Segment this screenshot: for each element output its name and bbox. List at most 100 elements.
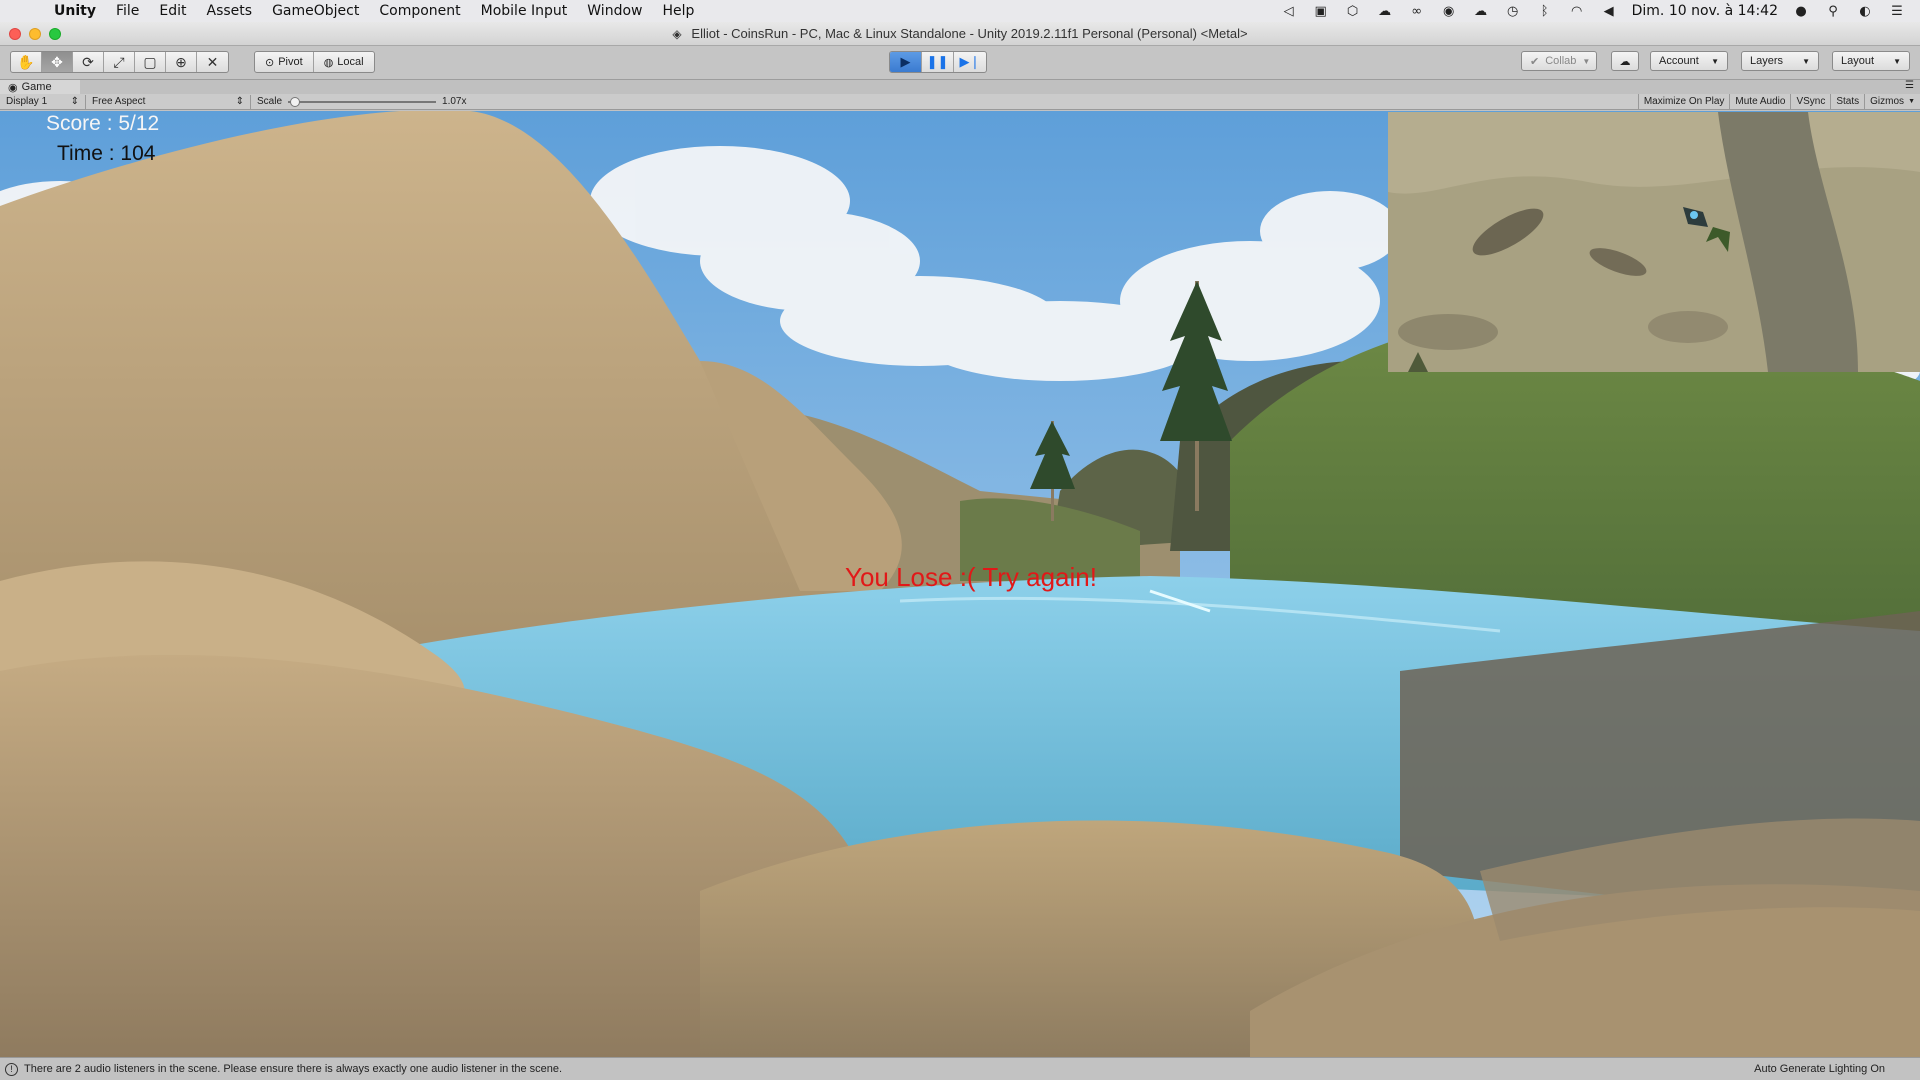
chevron-down-icon: ▼	[1893, 56, 1901, 66]
lose-message: You Lose :( Try again!	[845, 562, 1097, 592]
updown-icon: ⇕	[235, 96, 244, 107]
cube-icon[interactable]: ⬡	[1344, 3, 1362, 19]
step-icon: ▶❘	[959, 54, 981, 69]
close-window-button[interactable]	[9, 28, 21, 40]
local-icon: ◍	[323, 56, 334, 69]
send-icon[interactable]: ◁	[1280, 3, 1298, 19]
time-machine-icon[interactable]: ◷	[1504, 3, 1522, 19]
custom-tool-icon[interactable]: ✕	[197, 52, 228, 72]
unity-document-icon: ◈	[672, 26, 682, 41]
scale-value: 1.07x	[442, 96, 467, 107]
console-status-bar[interactable]: ! There are 2 audio listeners in the sce…	[0, 1057, 1920, 1080]
window-title: Elliot - CoinsRun - PC, Mac & Linux Stan…	[691, 26, 1248, 41]
tab-game[interactable]: ◉ Game	[0, 80, 80, 94]
display-select[interactable]: Display 1 ⇕	[0, 94, 86, 109]
minimap-view	[1388, 112, 1920, 372]
pause-button[interactable]: ❚❚	[922, 52, 954, 72]
hand-tool-icon[interactable]: ✋	[11, 52, 42, 72]
scale-tool-icon[interactable]: ⤢	[104, 52, 135, 72]
aspect-select[interactable]: Free Aspect ⇕	[86, 94, 251, 109]
cloud-sync-icon[interactable]: ☁	[1472, 3, 1490, 19]
collab-button[interactable]: ✔ Collab ▼	[1521, 51, 1597, 71]
menu-gameobject[interactable]: GameObject	[272, 3, 359, 19]
lighting-status[interactable]: Auto Generate Lighting On	[1754, 1063, 1885, 1075]
tab-menu-icon[interactable]: ☰	[1905, 80, 1914, 91]
chevron-down-icon: ▼	[1711, 56, 1719, 66]
layout-label: Layout	[1841, 55, 1875, 67]
step-button[interactable]: ▶❘	[954, 52, 986, 72]
window-controls	[9, 28, 61, 40]
glasses-icon[interactable]: ∞	[1408, 3, 1426, 19]
transform-tools: ✋ ✥ ⟳ ⤢ ▢ ⊕ ✕	[10, 51, 229, 73]
transform-tool-icon[interactable]: ⊕	[166, 52, 197, 72]
rotate-tool-icon[interactable]: ⟳	[73, 52, 104, 72]
hud-time: Time : 104	[57, 142, 156, 165]
game-view-controls: Display 1 ⇕ Free Aspect ⇕ Scale 1.07x Ma…	[0, 94, 1920, 110]
vsync-toggle[interactable]: VSync	[1790, 94, 1830, 109]
local-button[interactable]: ◍ Local	[314, 52, 374, 72]
cloud-icon[interactable]: ☁	[1376, 3, 1394, 19]
layers-dropdown[interactable]: Layers ▼	[1741, 51, 1819, 71]
menu-component[interactable]: Component	[379, 3, 460, 19]
maximize-on-play-toggle[interactable]: Maximize On Play	[1637, 94, 1730, 109]
scale-control: Scale 1.07x	[251, 96, 466, 107]
play-icon: ▶	[900, 54, 911, 69]
playback-controls: ▶ ❚❚ ▶❘	[889, 51, 987, 73]
zoom-window-button[interactable]	[49, 28, 61, 40]
check-icon: ✔	[1530, 55, 1540, 68]
scale-slider[interactable]	[288, 96, 437, 107]
minimap-image	[1388, 112, 1920, 372]
wifi-icon[interactable]: ◠	[1568, 3, 1586, 19]
siri-icon[interactable]: ◐	[1856, 3, 1874, 19]
scale-label: Scale	[257, 96, 283, 107]
cloud-services-button[interactable]: ☁	[1611, 51, 1639, 71]
gizmos-toggle[interactable]: Gizmos ▼	[1864, 94, 1920, 109]
game-tab-bar: ◉ Game ☰	[0, 80, 1920, 94]
stats-toggle[interactable]: Stats	[1830, 94, 1864, 109]
app-s-icon[interactable]: ▣	[1312, 3, 1330, 19]
minimize-window-button[interactable]	[29, 28, 41, 40]
disc-icon[interactable]: ◉	[1440, 3, 1458, 19]
chevron-down-icon: ▼	[1802, 56, 1810, 66]
menu-assets[interactable]: Assets	[207, 3, 253, 19]
window-title-bar: ◈ Elliot - CoinsRun - PC, Mac & Linux St…	[0, 22, 1920, 46]
menu-window[interactable]: Window	[587, 3, 642, 19]
macos-menu-bar: Unity File Edit Assets GameObject Compon…	[0, 0, 1920, 22]
menu-file[interactable]: File	[116, 3, 139, 19]
scale-slider-knob[interactable]	[290, 96, 301, 107]
pivot-icon: ⊙	[265, 56, 275, 69]
updown-icon: ⇕	[70, 96, 79, 107]
volume-icon[interactable]: ◀	[1600, 3, 1618, 19]
mute-audio-toggle[interactable]: Mute Audio	[1729, 94, 1790, 109]
bluetooth-icon[interactable]: ᛒ	[1536, 3, 1554, 19]
game-view-toggles: Maximize On Play Mute Audio VSync Stats …	[1637, 94, 1920, 109]
menu-help[interactable]: Help	[662, 3, 694, 19]
menu-mobile-input[interactable]: Mobile Input	[481, 3, 568, 19]
account-dropdown[interactable]: Account ▼	[1650, 51, 1728, 71]
gizmos-label: Gizmos	[1870, 96, 1905, 107]
user-icon[interactable]: ●	[1792, 3, 1810, 19]
spotlight-search-icon[interactable]: ⚲	[1824, 3, 1842, 19]
status-message[interactable]: There are 2 audio listeners in the scene…	[24, 1063, 562, 1075]
chevron-down-icon: ▼	[1908, 98, 1915, 105]
menu-app-unity[interactable]: Unity	[54, 3, 96, 19]
menubar-clock[interactable]: Dim. 10 nov. à 14:42	[1632, 3, 1778, 19]
pivot-label: Pivot	[278, 56, 303, 68]
menu-edit[interactable]: Edit	[159, 3, 186, 19]
play-button[interactable]: ▶	[890, 52, 922, 72]
tab-game-label: Game	[21, 81, 52, 93]
info-icon: !	[5, 1062, 18, 1076]
aspect-label: Free Aspect	[92, 96, 146, 107]
gamepad-icon: ◉	[8, 81, 18, 94]
layout-dropdown[interactable]: Layout ▼	[1832, 51, 1910, 71]
rect-tool-icon[interactable]: ▢	[135, 52, 166, 72]
notification-center-icon[interactable]: ☰	[1888, 3, 1906, 19]
move-tool-icon[interactable]: ✥	[42, 52, 73, 72]
display-label: Display 1	[6, 96, 48, 107]
hud-score: Score : 5/12	[46, 112, 160, 135]
account-label: Account	[1659, 55, 1699, 67]
unity-toolbar: ✋ ✥ ⟳ ⤢ ▢ ⊕ ✕ ⊙ Pivot ◍ Local ▶ ❚❚ ▶❘ ✔ …	[0, 46, 1920, 80]
pause-icon: ❚❚	[926, 54, 949, 69]
pivot-button[interactable]: ⊙ Pivot	[255, 52, 314, 72]
chevron-down-icon: ▼	[1582, 56, 1591, 66]
